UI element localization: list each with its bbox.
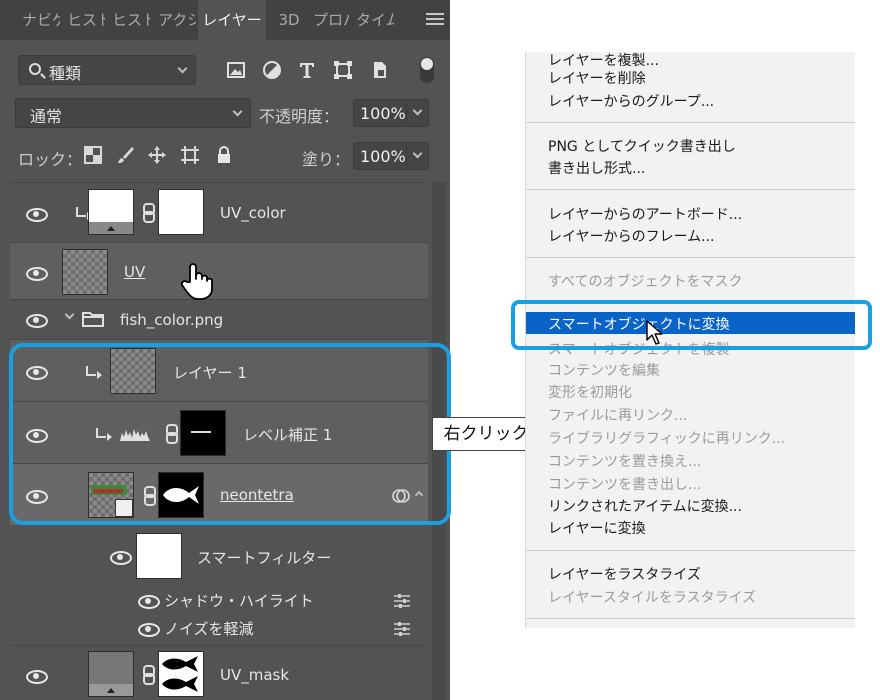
search-icon — [29, 63, 41, 75]
link-chain-icon[interactable] — [143, 665, 155, 685]
layer-name[interactable]: UV_color — [220, 204, 286, 222]
menu-item-edit-contents: コンテンツを編集 — [548, 363, 660, 379]
menu-item-rasterize-layer-style: レイヤースタイルをラスタライズ — [548, 590, 757, 606]
clipping-arrow-icon — [76, 207, 92, 220]
layer-thumbnail[interactable] — [88, 651, 134, 697]
layer-row-uv[interactable]: UV — [10, 242, 428, 299]
tab-timeline[interactable]: タイム — [356, 0, 394, 40]
opacity-value: 100% — [360, 104, 406, 123]
layer-name[interactable]: UV_mask — [220, 666, 289, 684]
visibility-eye-icon[interactable] — [26, 208, 48, 222]
tab-histogram[interactable]: ヒスト — [67, 0, 105, 40]
visibility-eye-icon[interactable] — [26, 314, 48, 328]
lock-all-icon[interactable] — [215, 146, 233, 164]
hand-cursor-icon — [180, 263, 213, 300]
layer-mask-thumbnail[interactable] — [158, 651, 204, 697]
menu-item-reset-transform: 変形を初期化 — [548, 385, 632, 401]
chevron-down-icon — [177, 63, 188, 74]
visibility-eye-icon[interactable] — [26, 267, 48, 281]
filter-name[interactable]: シャドウ・ハイライト — [164, 590, 314, 611]
annotation-highlight-layers — [9, 343, 451, 525]
smart-filter-thumbnail — [136, 533, 182, 579]
folder-icon — [82, 312, 104, 327]
annotation-highlight-menu-item — [511, 300, 872, 350]
filter-options-icon[interactable] — [394, 622, 410, 636]
smart-filter-name[interactable]: スマートフィルター — [197, 547, 331, 568]
menu-item-replace-contents: コンテンツを置き換え... — [548, 454, 702, 470]
tab-3d[interactable]: 3D — [272, 0, 306, 40]
filter-name[interactable]: ノイズを軽減 — [164, 618, 254, 639]
menu-item-delete-layer[interactable]: レイヤーを削除 — [548, 68, 646, 88]
layer-name[interactable]: UV — [124, 263, 145, 281]
lock-label: ロック： — [18, 150, 83, 169]
menu-separator — [526, 257, 855, 258]
smart-filter-row[interactable]: スマートフィルター — [10, 525, 428, 587]
menu-item-group-from-layers[interactable]: レイヤーからのグループ... — [548, 91, 714, 111]
menu-item-relink-to-file: ファイルに再リンク... — [548, 408, 688, 424]
shape-filter-icon[interactable] — [333, 60, 353, 80]
fish-mask-icon — [162, 656, 198, 692]
filter-row-shadow-highlight[interactable]: シャドウ・ハイライト — [10, 587, 428, 615]
opacity-label: 不透明度： — [259, 107, 340, 126]
tab-properties[interactable]: プロパ — [313, 0, 349, 40]
fill-label: 塗り： — [302, 150, 351, 169]
layer-thumbnail[interactable] — [62, 249, 108, 295]
menu-item-artboard-from-layers[interactable]: レイヤーからのアートボード... — [548, 204, 742, 224]
layer-row-uv-color[interactable]: UV_color — [10, 182, 428, 242]
tab-navigator[interactable]: ナビゲ — [22, 0, 60, 40]
panel-tab-bar: ナビゲ ヒスト ヒスト アクシ レイヤー 3D プロパ タイム — [0, 0, 450, 40]
layer-row-group[interactable]: fish_color.png — [10, 299, 428, 339]
panel-menu-icon[interactable] — [426, 10, 444, 28]
visibility-eye-icon[interactable] — [110, 551, 132, 565]
lock-position-move-icon[interactable] — [148, 146, 166, 164]
menu-separator — [526, 122, 855, 123]
layer-filter-select[interactable]: 種類 — [18, 55, 196, 85]
chevron-expand-icon[interactable] — [64, 309, 75, 320]
filter-row-reduce-noise[interactable]: ノイズを軽減 — [10, 615, 428, 645]
fill-value: 100% — [360, 147, 406, 166]
menu-item-mask-all-objects: すべてのオブジェクトをマスク — [548, 274, 743, 290]
tab-actions[interactable]: アクシ — [158, 0, 196, 40]
filter-value: 種類 — [49, 64, 82, 83]
layer-mask-thumbnail[interactable] — [158, 189, 204, 235]
visibility-eye-icon[interactable] — [138, 595, 160, 609]
filter-toggle[interactable] — [420, 57, 434, 83]
menu-item-frame-from-layers[interactable]: レイヤーからのフレーム... — [548, 226, 715, 246]
menu-item-rasterize-layer[interactable]: レイヤーをラスタライズ — [548, 564, 701, 584]
layer-thumbnail[interactable] — [88, 189, 134, 235]
menu-item-convert-to-layers[interactable]: レイヤーに変換 — [548, 518, 646, 538]
lock-pixels-brush-icon[interactable] — [117, 146, 135, 164]
layer-name[interactable]: fish_color.png — [120, 311, 223, 329]
blend-mode-value: 通常 — [30, 107, 63, 126]
visibility-eye-icon[interactable] — [26, 670, 48, 684]
lock-transparency-icon[interactable] — [84, 146, 102, 164]
fill-field[interactable]: 100% — [353, 142, 429, 170]
menu-item-quick-export-png[interactable]: PNG としてクイック書き出し — [548, 136, 736, 156]
filter-options-icon[interactable] — [394, 594, 410, 608]
menu-item-relink-library-graphic: ライブラリグラフィックに再リンク... — [548, 431, 786, 447]
tab-history[interactable]: ヒスト — [112, 0, 150, 40]
visibility-eye-icon[interactable] — [138, 623, 160, 637]
chevron-down-icon — [412, 105, 423, 116]
chevron-down-icon — [232, 106, 243, 117]
link-chain-icon[interactable] — [143, 203, 155, 223]
right-click-callout: 右クリック — [432, 417, 540, 451]
adjustment-filter-icon[interactable] — [262, 60, 282, 80]
layer-row-uv-mask[interactable]: UV_mask — [10, 645, 428, 700]
smart-object-filter-icon[interactable] — [370, 60, 390, 80]
chevron-down-icon — [412, 148, 423, 159]
menu-item-export-as[interactable]: 書き出し形式... — [548, 158, 645, 178]
menu-separator — [526, 618, 855, 619]
menu-separator — [526, 189, 855, 190]
menu-separator — [526, 550, 855, 551]
arrow-cursor-icon — [646, 320, 663, 345]
lock-artboard-icon[interactable] — [181, 146, 199, 164]
menu-item-convert-to-linked[interactable]: リンクされたアイテムに変換... — [548, 496, 742, 516]
menu-item-export-contents: コンテンツを書き出し... — [548, 477, 702, 493]
tab-layers[interactable]: レイヤー — [198, 0, 266, 40]
blend-mode-select[interactable]: 通常 — [15, 98, 251, 128]
type-filter-icon[interactable] — [297, 60, 317, 80]
image-filter-icon[interactable] — [226, 60, 246, 80]
opacity-field[interactable]: 100% — [353, 99, 429, 127]
